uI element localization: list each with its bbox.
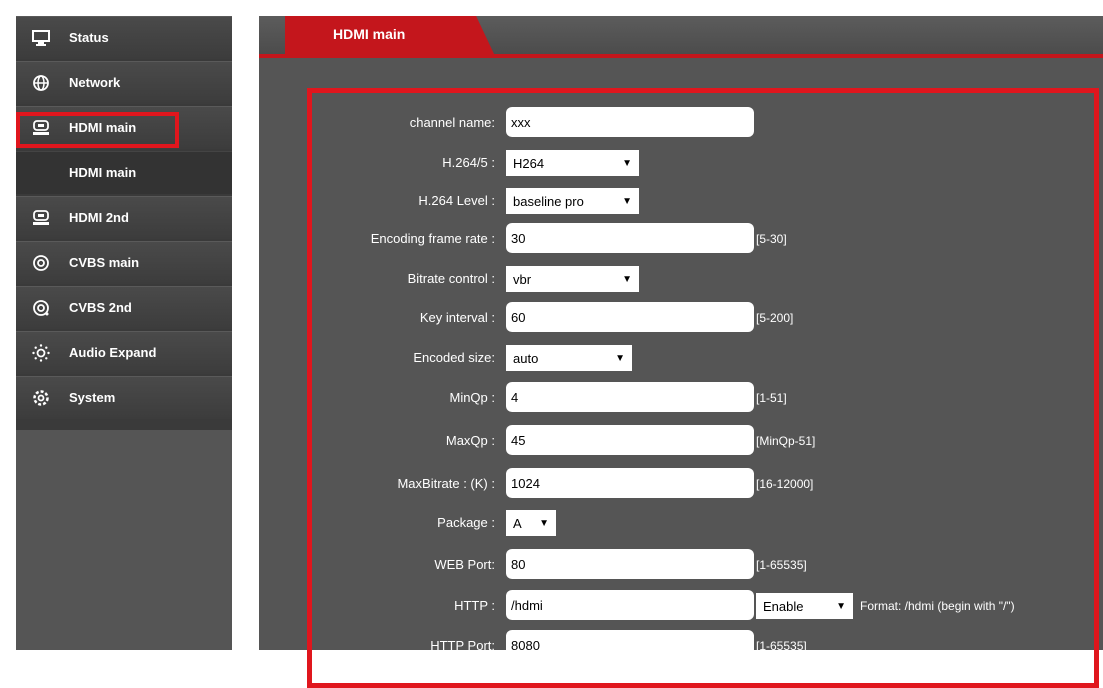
dropdown-arrow-icon: ▼ <box>615 352 625 364</box>
tab-label: HDMI main <box>333 26 406 42</box>
sidebar-background <box>16 430 232 650</box>
sidebar-item-network[interactable]: Network <box>16 61 232 104</box>
row-frame-rate: Encoding frame rate : 30 [5-30] <box>259 223 1103 255</box>
encoded-size-value: auto <box>513 350 539 366</box>
h264-level-label: H.264 Level : <box>418 193 495 208</box>
maxqp-range: [MinQp-51] <box>756 434 816 448</box>
maxbitrate-input[interactable]: 1024 <box>506 468 754 498</box>
sidebar-item-label: HDMI 2nd <box>69 210 129 225</box>
bitrate-control-select[interactable]: vbr ▼ <box>506 266 639 292</box>
settings-icon <box>31 389 51 407</box>
sidebar-item-label: HDMI main <box>69 120 137 135</box>
http-port-input[interactable]: 8080 <box>506 630 754 660</box>
web-port-range: [1-65535] <box>756 558 807 572</box>
row-channel-name: channel name: xxx <box>259 107 1103 139</box>
bitrate-control-value: vbr <box>513 271 532 287</box>
row-http-port: HTTP Port: 8080 [1-65535] <box>259 630 1103 662</box>
frame-rate-range: [5-30] <box>756 232 787 246</box>
row-minqp: MinQp : 4 [1-51] <box>259 382 1103 414</box>
key-interval-label: Key interval : <box>419 310 495 325</box>
sidebar-item-cvbs-main[interactable]: CVBS main <box>16 241 232 284</box>
sidebar-item-status[interactable]: Status <box>16 16 232 59</box>
row-http: HTTP : /hdmi Enable ▼ Format: /hdmi (beg… <box>259 590 1103 622</box>
h264-5-select[interactable]: H264 ▼ <box>506 150 639 176</box>
sidebar-item-label: Network <box>69 75 121 90</box>
sidebar-subitem-hdmi-main[interactable]: HDMI main <box>16 151 232 194</box>
sidebar-item-system[interactable]: System <box>16 376 232 419</box>
http-port-range: [1-65535] <box>756 639 807 653</box>
dropdown-arrow-icon: ▼ <box>622 195 632 207</box>
row-h264-level: H.264 Level : baseline pro ▼ <box>259 185 1103 217</box>
tab-hdmi-main[interactable]: HDMI main <box>285 16 495 56</box>
channel-name-label: channel name: <box>409 115 495 130</box>
package-value: A <box>513 515 522 531</box>
row-bitrate-control: Bitrate control : vbr ▼ <box>259 263 1103 295</box>
sidebar-item-hdmi-main[interactable]: HDMI main <box>16 106 232 149</box>
dropdown-arrow-icon: ▼ <box>622 157 632 169</box>
sidebar-item-audio-expand[interactable]: Audio Expand <box>16 331 232 374</box>
maxqp-label: MaxQp : <box>445 433 495 448</box>
maxbitrate-label: MaxBitrate : (K) : <box>397 476 495 491</box>
minqp-range: [1-51] <box>756 391 787 405</box>
http-path-input[interactable]: /hdmi <box>506 590 754 620</box>
frame-rate-input[interactable]: 30 <box>506 223 754 253</box>
sidebar-item-label: System <box>69 390 116 405</box>
sidebar-item-label: HDMI main <box>69 165 137 180</box>
hdmi-device-icon <box>31 119 51 137</box>
row-maxqp: MaxQp : 45 [MinQp-51] <box>259 425 1103 457</box>
http-enable-value: Enable <box>763 598 804 614</box>
sidebar-item-cvbs-2nd[interactable]: CVBS 2nd <box>16 286 232 329</box>
key-interval-range: [5-200] <box>756 311 794 325</box>
main-panel: HDMI main channel name: xxx H.264/5 : H2… <box>259 16 1103 688</box>
http-port-label: HTTP Port: <box>430 638 495 653</box>
sidebar-item-label: Status <box>69 30 109 45</box>
minqp-input[interactable]: 4 <box>506 382 754 412</box>
audio-expand-icon <box>31 344 51 362</box>
hdmi-device-icon <box>31 209 51 227</box>
encoded-size-select[interactable]: auto ▼ <box>506 345 632 371</box>
sidebar-item-label: CVBS 2nd <box>69 300 132 315</box>
h264-5-value: H264 <box>513 155 545 171</box>
sidebar: Status Network HDMI main HDMI main HDMI … <box>16 16 232 430</box>
sidebar-item-hdmi-2nd[interactable]: HDMI 2nd <box>16 196 232 239</box>
h264-level-value: baseline pro <box>513 193 584 209</box>
dropdown-arrow-icon: ▼ <box>622 273 632 285</box>
globe-icon <box>31 74 51 92</box>
row-h264-5: H.264/5 : H264 ▼ <box>259 147 1103 179</box>
encoded-size-label: Encoded size: <box>413 350 495 365</box>
row-package: Package : A ▼ <box>259 507 1103 539</box>
dropdown-arrow-icon: ▼ <box>836 600 846 612</box>
dropdown-arrow-icon: ▼ <box>539 517 549 529</box>
package-select[interactable]: A ▼ <box>506 510 556 536</box>
web-port-label: WEB Port: <box>434 557 495 572</box>
bitrate-control-label: Bitrate control : <box>407 271 495 286</box>
frame-rate-label: Encoding frame rate : <box>370 231 495 246</box>
h264-level-select[interactable]: baseline pro ▼ <box>506 188 639 214</box>
channel-name-input[interactable]: xxx <box>506 107 754 137</box>
maxbitrate-range: [16-12000] <box>756 477 814 491</box>
target-icon <box>31 299 51 317</box>
target-icon <box>31 254 51 272</box>
web-port-input[interactable]: 80 <box>506 549 754 579</box>
row-key-interval: Key interval : 60 [5-200] <box>259 302 1103 334</box>
row-maxbitrate: MaxBitrate : (K) : 1024 [16-12000] <box>259 468 1103 500</box>
http-format-note: Format: /hdmi (begin with "/") <box>860 599 1015 613</box>
maxqp-input[interactable]: 45 <box>506 425 754 455</box>
sidebar-item-label: Audio Expand <box>69 345 157 360</box>
key-interval-input[interactable]: 60 <box>506 302 754 332</box>
h264-5-label: H.264/5 : <box>442 155 495 170</box>
row-web-port: WEB Port: 80 [1-65535] <box>259 549 1103 581</box>
monitor-icon <box>31 29 51 47</box>
http-enable-select[interactable]: Enable ▼ <box>756 593 853 619</box>
row-encoded-size: Encoded size: auto ▼ <box>259 342 1103 374</box>
tab-bar: HDMI main <box>259 16 1103 58</box>
minqp-label: MinQp : <box>449 390 495 405</box>
package-label: Package : <box>437 515 495 530</box>
http-label: HTTP : <box>454 598 495 613</box>
sidebar-item-label: CVBS main <box>69 255 140 270</box>
